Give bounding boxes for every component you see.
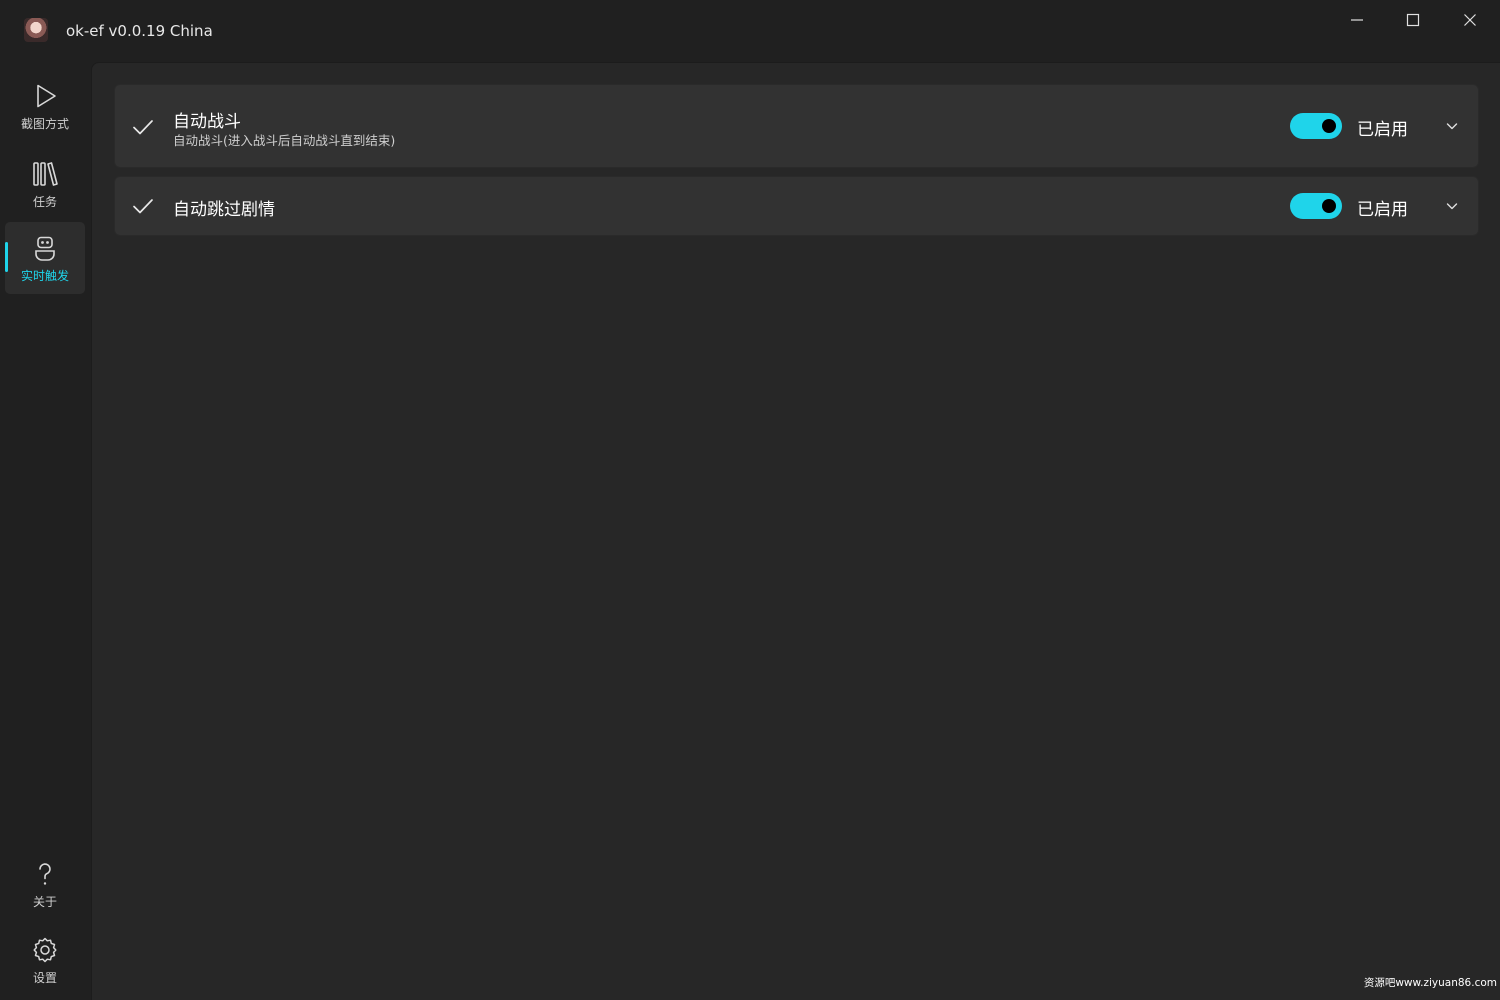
gear-icon xyxy=(31,936,59,964)
sidebar-item-capture-method[interactable]: 截图方式 xyxy=(5,70,85,142)
task-description: 自动战斗(进入战斗后自动战斗直到结束) xyxy=(173,133,396,148)
maximize-button[interactable] xyxy=(1385,0,1441,40)
chevron-down-icon xyxy=(1446,123,1458,130)
close-button[interactable] xyxy=(1442,0,1498,40)
enable-toggle-switch[interactable] xyxy=(1290,193,1342,219)
sidebar-nav: 截图方式 任务 实时触发 关于 设置 xyxy=(0,62,90,1000)
task-card-auto-skip-story[interactable]: 自动跳过剧情 已启用 xyxy=(114,176,1479,236)
enable-toggle-switch[interactable] xyxy=(1290,113,1342,139)
expand-button[interactable] xyxy=(1439,113,1465,139)
play-icon xyxy=(31,82,59,110)
close-icon xyxy=(1464,14,1476,26)
toggle-status-label: 已启用 xyxy=(1357,200,1408,220)
task-title: 自动跳过剧情 xyxy=(173,200,275,220)
maximize-icon xyxy=(1406,13,1420,27)
title-bar[interactable]: ok-ef v0.0.19 China xyxy=(0,0,1500,62)
sidebar-item-realtime-trigger[interactable]: 实时触发 xyxy=(5,222,85,294)
sidebar-item-about[interactable]: 关于 xyxy=(5,848,85,920)
checkmark-icon xyxy=(133,120,153,135)
sidebar-item-label: 设置 xyxy=(32,971,57,985)
toggle-knob xyxy=(1322,199,1336,213)
library-icon xyxy=(31,160,59,188)
sidebar-item-label: 实时触发 xyxy=(20,269,69,283)
checkmark-icon xyxy=(133,199,153,214)
minimize-button[interactable] xyxy=(1329,0,1385,40)
app-logo-icon xyxy=(24,18,48,42)
app-window: ok-ef v0.0.19 China 截图方式 任务 实时触发 关于 设置 自… xyxy=(0,0,1500,1000)
toggle-knob xyxy=(1322,119,1336,133)
app-title: ok-ef v0.0.19 China xyxy=(66,22,213,40)
expand-button[interactable] xyxy=(1439,193,1465,219)
active-indicator xyxy=(5,242,8,272)
robot-icon xyxy=(31,234,59,262)
sidebar-item-label: 任务 xyxy=(32,195,57,209)
main-content: 自动战斗 自动战斗(进入战斗后自动战斗直到结束) 已启用 自动跳过剧情 已启用 xyxy=(91,62,1500,1000)
minimize-icon xyxy=(1351,19,1363,21)
chevron-down-icon xyxy=(1446,203,1458,210)
sidebar-item-label: 截图方式 xyxy=(20,117,69,131)
task-title: 自动战斗 xyxy=(173,112,241,132)
sidebar-item-label: 关于 xyxy=(32,895,57,909)
toggle-status-label: 已启用 xyxy=(1357,120,1408,140)
watermark-text: 资源吧www.ziyuan86.com xyxy=(1363,977,1497,989)
task-card-auto-battle[interactable]: 自动战斗 自动战斗(进入战斗后自动战斗直到结束) 已启用 xyxy=(114,84,1479,168)
question-icon xyxy=(31,860,59,888)
sidebar-item-tasks[interactable]: 任务 xyxy=(5,148,85,220)
sidebar-item-settings[interactable]: 设置 xyxy=(5,924,85,996)
